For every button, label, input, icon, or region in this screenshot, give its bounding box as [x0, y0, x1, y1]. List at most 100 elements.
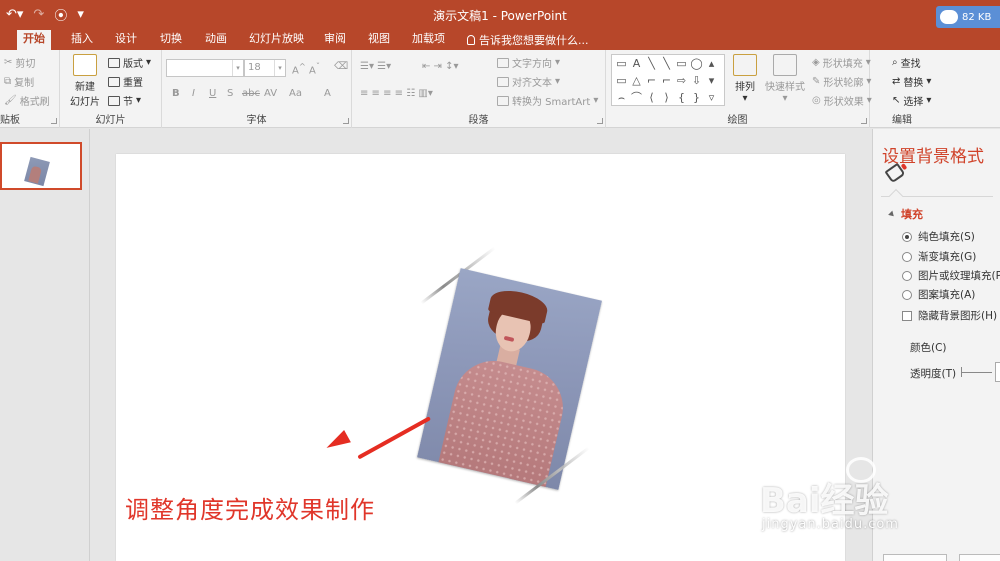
shape-item[interactable]: ◯ [689, 55, 704, 72]
shape-item[interactable]: ⟩ [659, 89, 674, 106]
new-slide-button[interactable]: 新建 幻灯片 [65, 54, 105, 108]
underline-button[interactable]: U [209, 88, 216, 99]
font-grow-icon[interactable]: A^ Aˇ [292, 61, 320, 76]
shape-item[interactable]: ⇩ [689, 72, 704, 89]
font-size-combo[interactable]: 18 ▾ [244, 59, 286, 77]
clipboard-launcher-icon[interactable] [51, 118, 57, 124]
search-icon: ⌕ [892, 57, 898, 68]
shape-outline-button[interactable]: ✎ 形状轮廓 ▾ [812, 74, 871, 89]
ribbon-tabs: 开始 插入 设计 切换 动画 幻灯片放映 审阅 视图 加载项 告诉我您想要做什么… [0, 28, 1000, 50]
shape-item[interactable]: ▭ [674, 55, 689, 72]
font-name-combo[interactable]: ▾ [166, 59, 244, 77]
shadow-button[interactable]: S [227, 88, 233, 99]
shape-item[interactable]: ▴ [704, 55, 719, 72]
tab-review[interactable]: 审阅 [318, 30, 352, 50]
tab-view[interactable]: 视图 [362, 30, 396, 50]
fill-section-header[interactable]: 填充 [888, 206, 923, 222]
shape-effects-button[interactable]: ◎ 形状效果 ▾ [812, 93, 872, 108]
slide-thumbnail[interactable] [0, 142, 82, 190]
shape-item[interactable]: ⌐ [659, 72, 674, 89]
tab-design[interactable]: 设计 [109, 30, 143, 50]
cut-button[interactable]: ✂ 剪切 [4, 55, 35, 70]
text-direction-button[interactable]: 文字方向 ▾ [497, 55, 560, 70]
section-button[interactable]: 节 ▾ [108, 93, 141, 108]
shape-item[interactable]: ▾ [704, 72, 719, 89]
bold-button[interactable]: B [172, 88, 180, 99]
radio[interactable] [902, 251, 912, 262]
shape-item[interactable]: ╲ [659, 55, 674, 72]
paint-bucket-icon: ◈ [812, 57, 820, 68]
slide-canvas[interactable]: 调整角度完成效果制作 [116, 154, 845, 561]
find-button[interactable]: ⌕ 查找 [892, 55, 921, 70]
copy-button[interactable]: ⧉ 复制 [4, 74, 34, 89]
shape-item[interactable]: ╲ [644, 55, 659, 72]
tab-home[interactable]: 开始 [17, 30, 51, 50]
align-icons[interactable]: ≡ ≡ ≡ ≡ ☷ ▥▾ [360, 88, 433, 99]
tab-insert[interactable]: 插入 [65, 30, 99, 50]
align-text-button[interactable]: 对齐文本 ▾ [497, 74, 560, 89]
char-spacing-button[interactable]: AV [264, 88, 277, 99]
hide-background-checkbox[interactable]: 隐藏背景图形(H) [902, 308, 997, 323]
reset-background-button[interactable] [959, 554, 1000, 561]
shape-item[interactable]: A [629, 55, 644, 72]
group-paragraph: ☰▾ ☰▾ ⇤ ⇥ ↕▾ 文字方向 ▾ 对齐文本 ▾ 转换为 SmartArt ▾ ≡… [352, 50, 606, 128]
shape-item[interactable]: ⌢ [614, 89, 629, 106]
effects-icon: ◎ [812, 95, 821, 106]
shape-item[interactable]: ⇨ [674, 72, 689, 89]
picture-fill-option[interactable]: 图片或纹理填充(P) [902, 268, 1000, 283]
shape-item[interactable]: ▭ [614, 55, 629, 72]
radio[interactable] [902, 289, 912, 300]
radio[interactable] [902, 270, 912, 281]
shape-item[interactable]: ▿ [704, 89, 719, 106]
quick-styles-button[interactable]: 快速样式 ▾ [763, 54, 807, 104]
shape-item[interactable]: △ [629, 72, 644, 89]
new-slide-icon [73, 54, 97, 76]
smartart-icon [497, 95, 509, 106]
font-color-button[interactable]: A [324, 88, 331, 99]
tab-animations[interactable]: 动画 [199, 30, 233, 50]
paragraph-launcher-icon[interactable] [597, 118, 603, 124]
drawing-launcher-icon[interactable] [861, 118, 867, 124]
indent-icon[interactable]: ⇤ ⇥ ↕▾ [422, 61, 459, 72]
arrange-button[interactable]: 排列 ▾ [730, 54, 760, 104]
tab-slideshow[interactable]: 幻灯片放映 [243, 30, 310, 50]
upload-badge[interactable]: 82 KB [936, 6, 1000, 28]
font-launcher-icon[interactable] [343, 118, 349, 124]
transparency-input[interactable] [995, 362, 1000, 382]
shape-item[interactable]: ⟨ [644, 89, 659, 106]
shape-item[interactable]: ▭ [614, 72, 629, 89]
transparency-slider[interactable] [962, 372, 992, 373]
smartart-button[interactable]: 转换为 SmartArt ▾ [497, 93, 598, 108]
radio-selected[interactable] [902, 231, 912, 242]
lightbulb-icon [467, 35, 475, 45]
change-case-button[interactable]: Aa [289, 88, 302, 99]
tab-addins[interactable]: 加载项 [406, 30, 451, 50]
bullets-icon[interactable]: ☰▾ ☰▾ [360, 61, 391, 72]
format-painter-button[interactable]: 🖌 格式刷 [4, 93, 50, 108]
shape-item[interactable]: ⌒ [629, 89, 644, 106]
shapes-gallery[interactable]: ▭ A ╲ ╲ ▭ ◯ ▴ ▭ △ ⌐ ⌐ ⇨ ⇩ ▾ ⌢ ⌒ ⟨ ⟩ { } … [611, 54, 725, 106]
shape-item[interactable]: } [689, 89, 704, 106]
solid-fill-option[interactable]: 纯色填充(S) [902, 229, 975, 244]
paragraph-label: 段落 [468, 115, 489, 126]
layout-button[interactable]: 版式 ▾ [108, 55, 151, 70]
scissors-icon: ✂ [4, 57, 13, 68]
gradient-fill-option[interactable]: 渐变填充(G) [902, 249, 976, 264]
group-slides: 新建 幻灯片 版式 ▾ 重置 节 ▾ 幻灯片 [60, 50, 162, 128]
arrange-icon [733, 54, 757, 76]
italic-button[interactable]: I [192, 88, 195, 99]
strikethrough-button[interactable]: abc [242, 88, 260, 99]
shape-fill-button[interactable]: ◈ 形状填充 ▾ [812, 55, 871, 70]
apply-all-button[interactable] [883, 554, 947, 561]
checkbox[interactable] [902, 310, 912, 321]
shape-item[interactable]: { [674, 89, 689, 106]
select-button[interactable]: ↖ 选择 ▾ [892, 93, 931, 108]
reset-button[interactable]: 重置 [108, 74, 143, 89]
replace-button[interactable]: ⇄ 替换 ▾ [892, 74, 931, 89]
clear-format-icon[interactable]: ⌫ [334, 61, 348, 72]
pattern-fill-option[interactable]: 图案填充(A) [902, 287, 975, 302]
tell-me-box[interactable]: 告诉我您想要做什么... [467, 32, 589, 48]
shape-item[interactable]: ⌐ [644, 72, 659, 89]
tab-transitions[interactable]: 切换 [154, 30, 188, 50]
font-label: 字体 [246, 115, 267, 126]
